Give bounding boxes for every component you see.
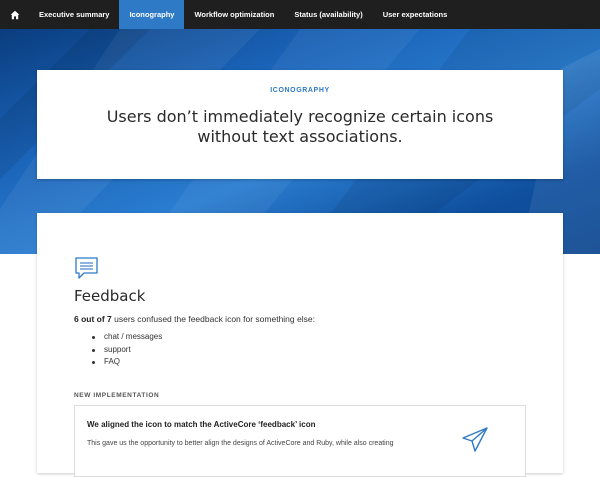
feedback-title: Feedback bbox=[74, 287, 146, 305]
chat-bubble-icon bbox=[75, 257, 98, 279]
implementation-box: We aligned the icon to match the ActiveC… bbox=[74, 405, 526, 477]
tab-iconography[interactable]: Iconography bbox=[119, 0, 185, 29]
tab-user-expectations[interactable]: User expectations bbox=[373, 0, 458, 29]
list-item: FAQ bbox=[92, 356, 162, 369]
feedback-card: Feedback 6 out of 7 users confused the f… bbox=[37, 213, 563, 477]
home-button[interactable] bbox=[0, 0, 29, 29]
hero-headline: Users don’t immediately recognize certai… bbox=[106, 107, 494, 146]
list-item: support bbox=[92, 344, 162, 357]
list-item: chat / messages bbox=[92, 331, 162, 344]
confusion-list: chat / messages support FAQ bbox=[92, 331, 162, 369]
hero-title-card: ICONOGRAPHY Users don’t immediately reco… bbox=[37, 70, 563, 179]
summary-highlight: 6 out of 7 bbox=[74, 314, 112, 324]
new-implementation-label: NEW IMPLEMENTATION bbox=[74, 392, 160, 399]
implementation-text: This gave us the opportunity to better a… bbox=[87, 440, 394, 447]
tab-workflow-optimization[interactable]: Workflow optimization bbox=[184, 0, 284, 29]
implementation-heading: We aligned the icon to match the ActiveC… bbox=[87, 420, 316, 429]
tab-executive-summary[interactable]: Executive summary bbox=[29, 0, 119, 29]
top-nav: Executive summary Iconography Workflow o… bbox=[0, 0, 600, 29]
feedback-summary: 6 out of 7 users confused the feedback i… bbox=[74, 314, 315, 324]
section-eyebrow: ICONOGRAPHY bbox=[270, 87, 330, 94]
tab-status-availability[interactable]: Status (availability) bbox=[284, 0, 372, 29]
summary-text: users confused the feedback icon for som… bbox=[111, 314, 315, 324]
home-icon bbox=[10, 10, 19, 19]
